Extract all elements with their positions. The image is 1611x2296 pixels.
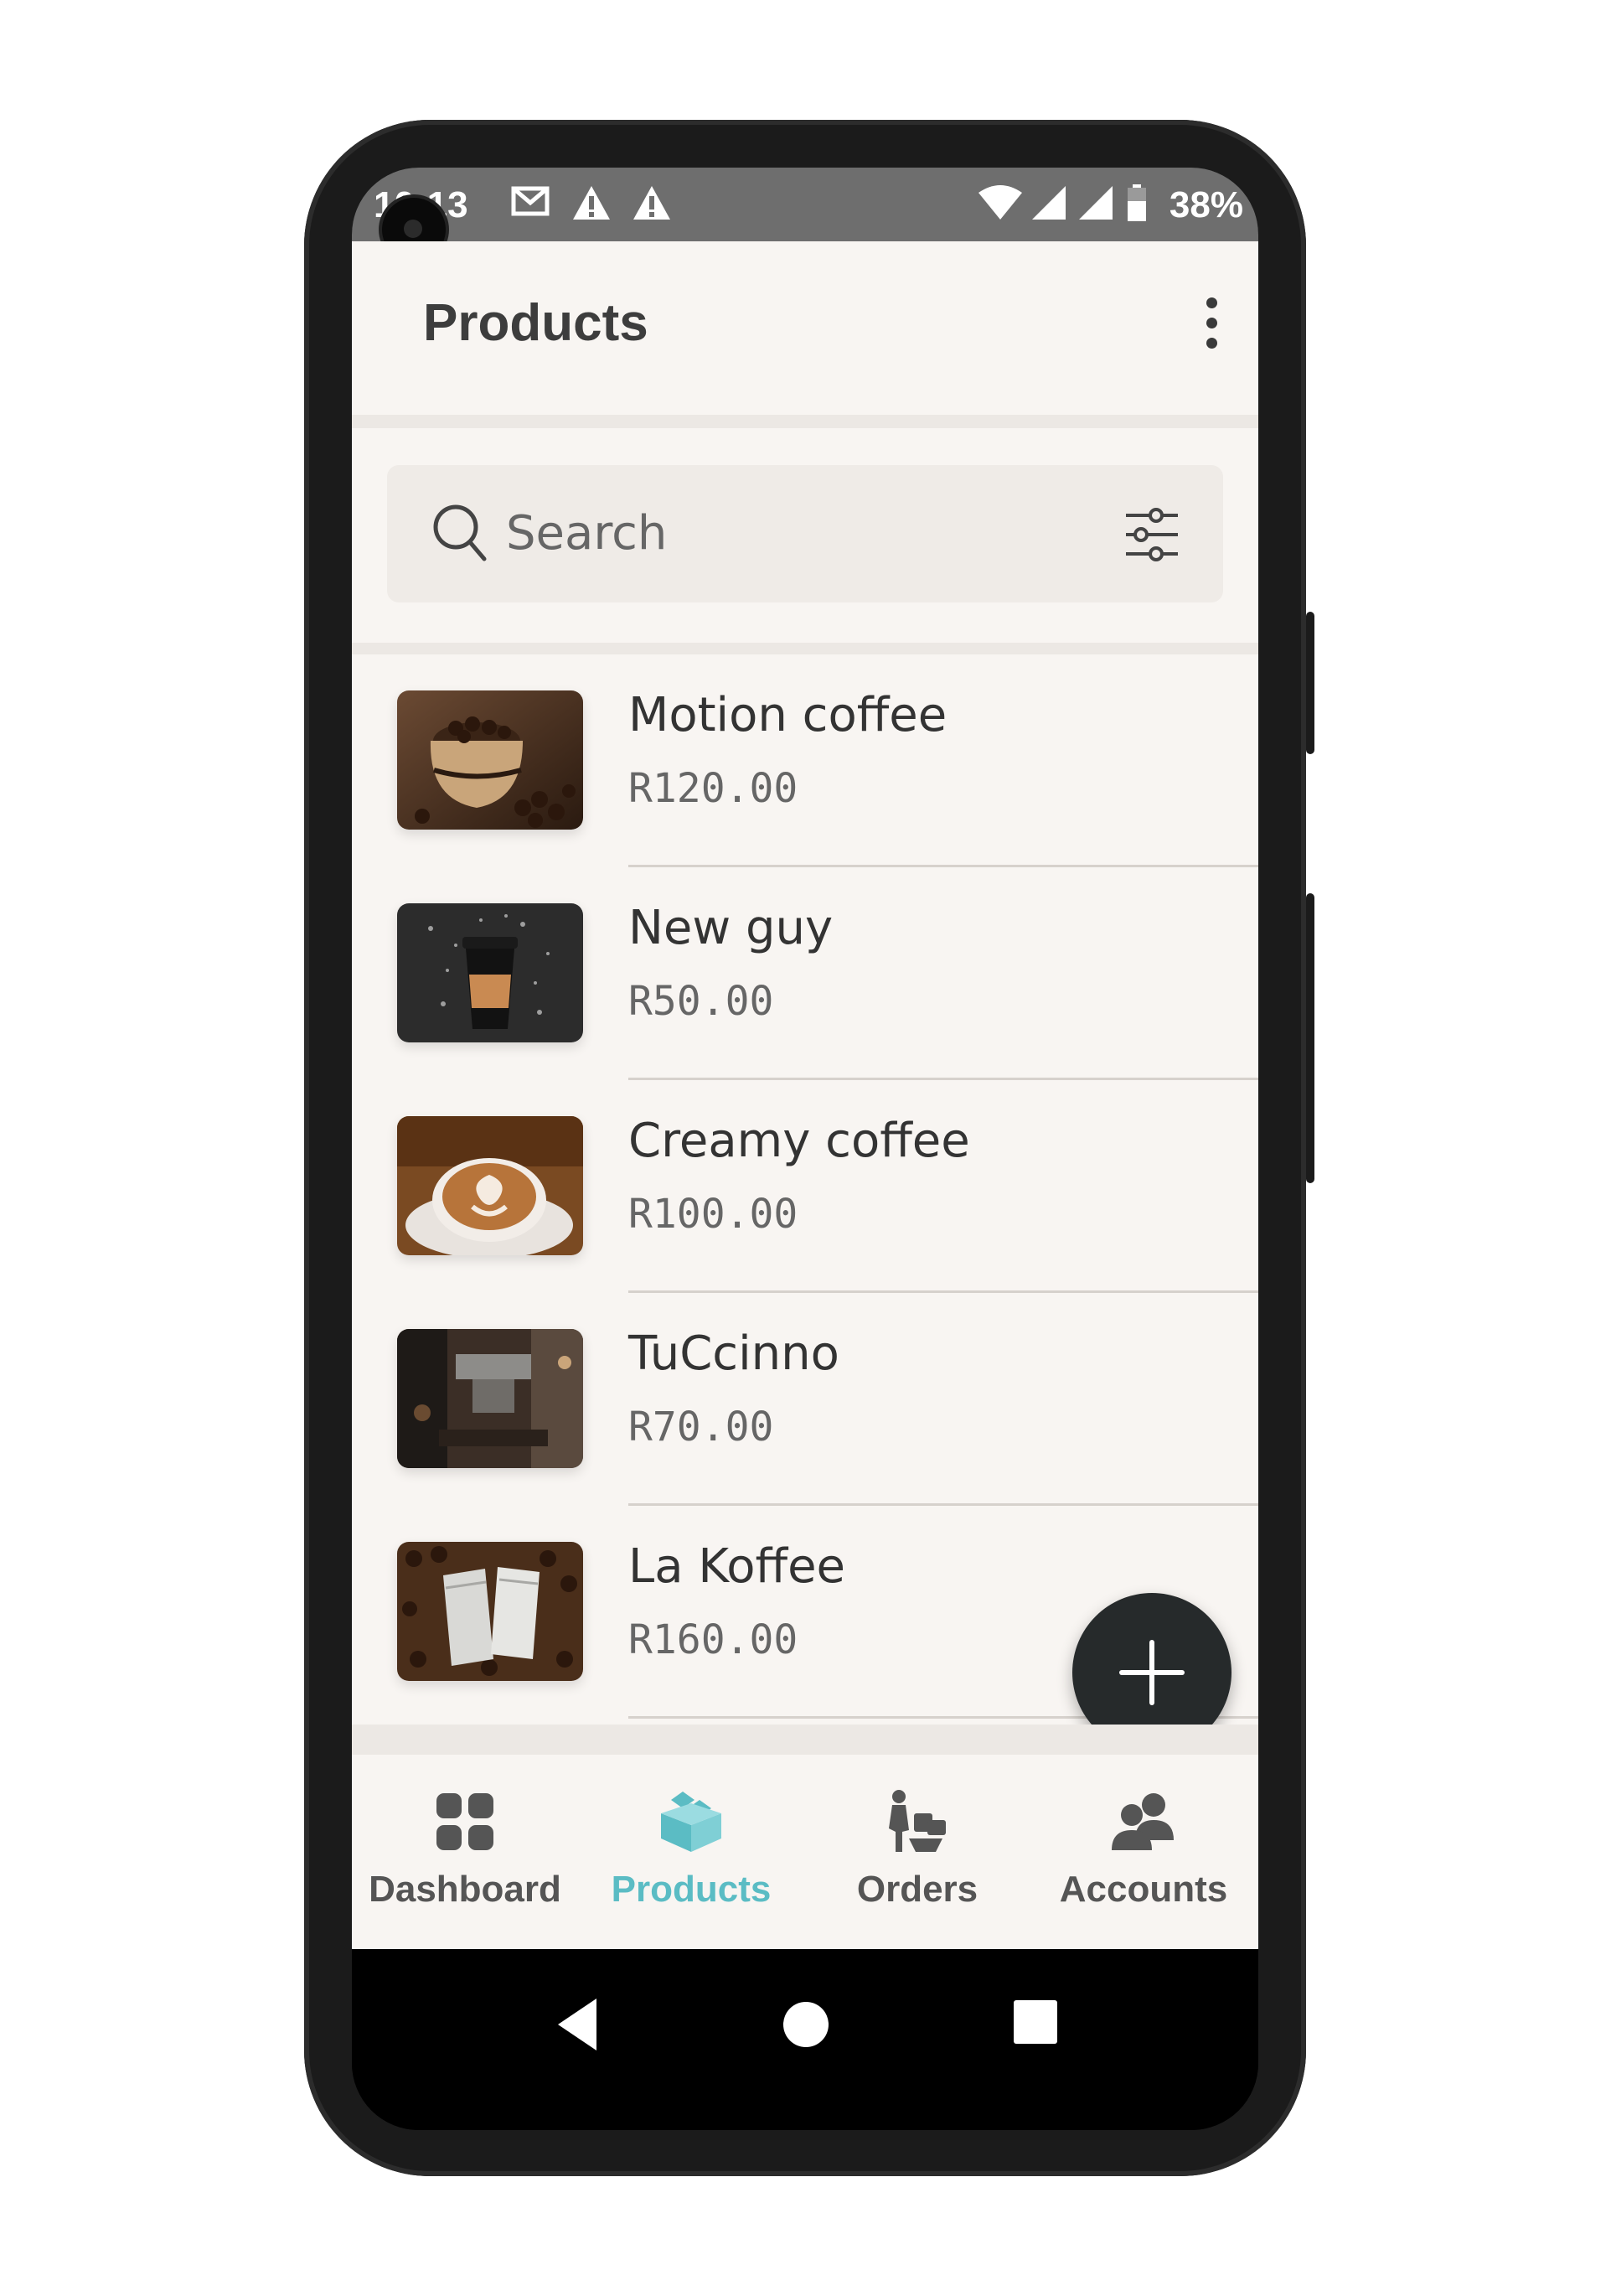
product-price: R160.00 [628,1616,798,1663]
nav-label: Products [611,1869,772,1910]
back-icon[interactable] [553,1995,603,2054]
filter-sliders-icon[interactable] [1123,505,1181,564]
product-item[interactable]: New guy R50.00 [352,867,1258,1080]
system-nav-bar [352,1949,1258,2130]
accounts-icon [1112,1793,1174,1850]
product-name: New guy [628,901,834,955]
search-bar[interactable] [387,465,1223,602]
product-image-latte-art [397,1116,583,1255]
product-price: R70.00 [628,1404,774,1451]
more-vert-icon[interactable] [1195,292,1228,359]
product-price: R100.00 [628,1191,798,1238]
orders-icon [889,1790,946,1852]
product-name: Creamy coffee [628,1114,970,1168]
battery-percent: 38% [1169,184,1243,225]
product-name: Motion coffee [628,688,947,742]
divider [352,643,1258,654]
nav-label: Dashboard [369,1869,561,1910]
product-item[interactable]: Creamy coffee R100.00 [352,1080,1258,1293]
signal-icon [1030,184,1067,230]
divider [352,415,1258,428]
phone-screen: 10:13 38% Products [352,168,1258,2130]
app-bar: Products [352,241,1258,415]
battery-icon [1126,184,1148,230]
search-input[interactable] [504,499,1094,567]
search-section [352,428,1258,643]
alert-icon [632,184,672,230]
product-price: R50.00 [628,978,774,1025]
volume-button [1306,893,1314,1183]
product-price: R120.00 [628,765,798,812]
product-image-coffee-cup [397,903,583,1042]
products-icon [661,1792,721,1852]
recents-icon[interactable] [1010,1997,1061,2047]
page-title: Products [423,294,648,352]
nav-item-dashboard[interactable]: Dashboard [352,1755,578,1949]
bottom-nav: Dashboard Products Orders Accounts [352,1755,1258,1949]
product-name: TuCcinno [628,1326,839,1381]
status-bar: 10:13 38% [352,168,1258,261]
nav-label: Orders [856,1869,978,1910]
nav-label: Accounts [1059,1869,1228,1910]
search-icon [433,504,487,561]
product-item[interactable]: Motion coffee R120.00 [352,654,1258,867]
product-image-coffee-beans-sack [397,690,583,830]
nav-item-products[interactable]: Products [578,1755,804,1949]
wifi-icon [977,184,1024,230]
nav-item-orders[interactable]: Orders [804,1755,1030,1949]
product-name: La Koffee [628,1539,845,1594]
product-list: Motion coffee R120.00 New guy R50.00 Cre… [352,654,1258,1725]
power-button [1306,612,1314,754]
dashboard-icon [436,1793,493,1850]
product-image-espresso-machine [397,1329,583,1468]
gmail-icon [511,184,550,226]
divider [352,1725,1258,1755]
plus-icon [1119,1640,1185,1705]
nav-item-accounts[interactable]: Accounts [1030,1755,1257,1949]
product-image-coffee-bags [397,1542,583,1681]
signal-icon [1077,184,1114,230]
home-icon[interactable] [781,1999,831,2050]
product-item[interactable]: TuCcinno R70.00 [352,1293,1258,1506]
alert-icon [571,184,612,230]
